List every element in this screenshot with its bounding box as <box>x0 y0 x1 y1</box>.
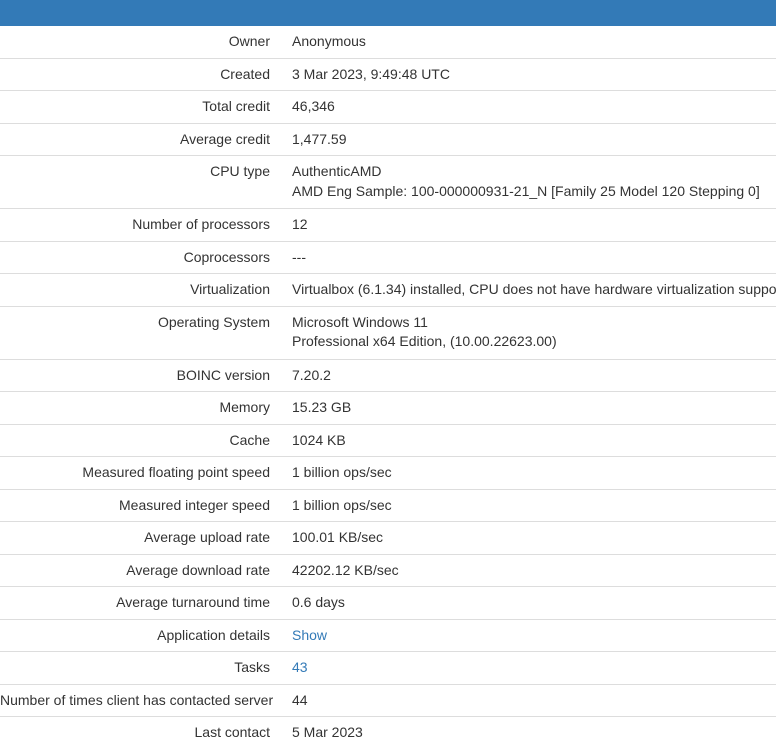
upload-rate-label: Average upload rate <box>0 521 278 554</box>
virtualization-value: Virtualbox (6.1.34) installed, CPU does … <box>278 273 776 306</box>
int-speed-label: Measured integer speed <box>0 488 278 522</box>
tasks-cell: 43 <box>278 651 776 684</box>
cpu-vendor: AuthenticAMD <box>292 163 382 179</box>
host-details-table: Owner Anonymous Created 3 Mar 2023, 9:49… <box>0 26 776 749</box>
cache-label: Cache <box>0 423 278 457</box>
contact-count-label: Number of times client has contacted ser… <box>0 683 278 717</box>
row-cache: Cache 1024 KB <box>0 423 776 457</box>
row-virtualization: Virtualization Virtualbox (6.1.34) insta… <box>0 273 776 306</box>
memory-value: 15.23 GB <box>278 391 776 424</box>
owner-label: Owner <box>228 33 270 49</box>
application-details-cell: Show <box>278 618 776 652</box>
os-label: Operating System <box>0 305 278 359</box>
turnaround-label: Average turnaround time <box>0 586 278 619</box>
boinc-version-value: 7.20.2 <box>278 358 776 392</box>
created-label: Created <box>0 57 278 91</box>
fp-speed-label: Measured floating point speed <box>0 456 278 489</box>
row-number-of-processors: Number of processors 12 <box>0 208 776 241</box>
row-application-details: Application details Show <box>0 618 776 652</box>
row-upload-rate: Average upload rate 100.01 KB/sec <box>0 521 776 554</box>
row-tasks: Tasks 43 <box>0 651 776 684</box>
virtualization-label: Virtualization <box>0 273 278 306</box>
row-memory: Memory 15.23 GB <box>0 391 776 424</box>
int-speed-value: 1 billion ops/sec <box>278 488 776 522</box>
fp-speed-value: 1 billion ops/sec <box>278 456 776 489</box>
row-average-credit: Average credit 1,477.59 <box>0 122 776 156</box>
row-floating-point-speed: Measured floating point speed 1 billion … <box>0 456 776 489</box>
row-created: Created 3 Mar 2023, 9:49:48 UTC <box>0 57 776 91</box>
average-credit-value: 1,477.59 <box>278 122 776 156</box>
row-last-contact: Last contact 5 Mar 2023 <box>0 716 776 749</box>
row-total-credit: Total credit 46,346 <box>0 90 776 123</box>
row-turnaround-time: Average turnaround time 0.6 days <box>0 586 776 619</box>
cpu-type-label: CPU type <box>0 155 278 209</box>
download-rate-label: Average download rate <box>0 553 278 587</box>
upload-rate-value: 100.01 KB/sec <box>278 521 776 554</box>
processors-value: 12 <box>278 208 776 241</box>
average-credit-label: Average credit <box>0 122 278 156</box>
total-credit-value: 46,346 <box>278 90 776 123</box>
cpu-model: AMD Eng Sample: 100-000000931-21_N [Fami… <box>292 182 760 199</box>
row-contact-count: Number of times client has contacted ser… <box>0 683 776 717</box>
coprocessors-label: Coprocessors <box>0 240 278 274</box>
turnaround-value: 0.6 days <box>278 586 776 619</box>
row-boinc-version: BOINC version 7.20.2 <box>0 358 776 392</box>
os-value: Microsoft Windows 11 Professional x64 Ed… <box>278 305 776 359</box>
cache-value: 1024 KB <box>278 423 776 457</box>
header-bar <box>0 0 776 26</box>
last-contact-value: 5 Mar 2023 <box>278 716 776 749</box>
boinc-version-label: BOINC version <box>0 358 278 392</box>
show-application-details-link[interactable]: Show <box>292 627 327 643</box>
created-value: 3 Mar 2023, 9:49:48 UTC <box>278 57 776 91</box>
cpu-type-value: AuthenticAMD AMD Eng Sample: 100-0000009… <box>278 155 776 209</box>
row-download-rate: Average download rate 42202.12 KB/sec <box>0 553 776 587</box>
download-rate-value: 42202.12 KB/sec <box>278 553 776 587</box>
row-operating-system: Operating System Microsoft Windows 11 Pr… <box>0 305 776 359</box>
last-contact-label: Last contact <box>0 716 278 749</box>
os-name: Microsoft Windows 11 <box>292 313 428 330</box>
row-cpu-type: CPU type AuthenticAMD AMD Eng Sample: 10… <box>0 155 776 209</box>
processors-label: Number of processors <box>0 208 278 241</box>
os-edition: Professional x64 Edition, (10.00.22623.0… <box>292 333 557 349</box>
application-details-label: Application details <box>0 618 278 652</box>
tasks-label: Tasks <box>0 651 278 684</box>
coprocessors-value: --- <box>278 240 776 274</box>
row-coprocessors: Coprocessors --- <box>0 240 776 274</box>
tasks-link[interactable]: 43 <box>292 659 308 675</box>
owner-value: Anonymous <box>292 33 366 49</box>
contact-count-value: 44 <box>278 683 776 717</box>
row-integer-speed: Measured integer speed 1 billion ops/sec <box>0 488 776 522</box>
memory-label: Memory <box>0 391 278 424</box>
total-credit-label: Total credit <box>0 90 278 123</box>
row-owner: Owner Anonymous <box>0 26 776 58</box>
